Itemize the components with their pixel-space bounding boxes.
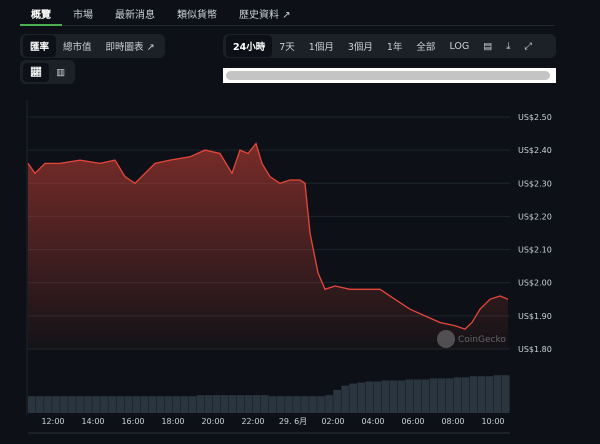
volume-bar [397,380,406,413]
volume-bar [501,375,510,413]
volume-bar [389,380,398,413]
volume-bar [477,376,486,413]
x-tick-label: 06:00 [401,417,424,426]
volume-bar [28,396,36,413]
volume-bar [44,396,52,413]
volume-bar [188,396,197,413]
volume-bar [309,396,317,413]
volume-bar [405,379,414,413]
volume-bar [429,378,438,413]
y-tick-label: US$2.40 [518,146,552,155]
volume-bar [60,396,68,413]
volume-bar [108,396,116,413]
y-tick-label: US$2.20 [518,212,552,221]
volume-bar [228,395,237,413]
y-tick-label: US$2.50 [518,113,552,122]
y-tick-label: US$1.90 [518,312,552,321]
y-tick-label: US$1.80 [518,345,552,354]
volume-bar [469,376,478,413]
volume-bar [437,378,446,413]
volume-bar [269,396,277,413]
x-tick-label: 20:00 [201,417,224,426]
volume-bar [116,396,124,413]
volume-bar [220,395,229,413]
volume-bar [156,396,165,413]
volume-bar [445,378,454,413]
volume-bar [461,377,470,413]
watermark-text: CoinGecko [458,335,506,345]
volume-bar [164,396,173,413]
volume-bar [172,396,181,413]
volume-bar [100,396,108,413]
x-tick-label: 29. 6月 [279,417,307,426]
volume-bar [76,396,84,413]
volume-bar [132,396,141,413]
volume-bar [381,380,390,413]
x-tick-label: 10:00 [481,417,504,426]
volume-bar [293,396,301,413]
volume-bar [84,396,92,413]
volume-bar [212,395,221,413]
volume-bar [325,395,333,413]
volume-bar [373,381,382,413]
volume-bar [196,395,205,413]
volume-bar [180,396,189,413]
volume-bar [148,396,157,413]
volume-bar [236,395,245,413]
volume-bar [453,377,462,413]
y-tick-label: US$2.30 [518,179,552,188]
volume-bar [333,389,341,413]
x-tick-label: 22:00 [241,417,264,426]
volume-bar [92,396,100,413]
x-tick-label: 16:00 [121,417,144,426]
volume-bar [485,376,494,413]
price-chart: US$2.50 US$2.40 US$2.30 US$2.20 US$2.10 US$2.… [26,100,552,434]
x-tick-label: 18:00 [161,417,184,426]
volume-bar [349,383,357,413]
volume-bar [341,385,349,413]
x-tick-label: 02:00 [321,417,344,426]
x-tick-label: 04:00 [361,417,384,426]
volume-bar [365,381,374,413]
volume-bar [204,395,213,413]
volume-bar [317,396,325,413]
volume-bar [52,396,60,413]
volume-bar [124,396,133,413]
x-tick-label: 14:00 [81,417,104,426]
volume-bar [68,396,76,413]
volume-bar [260,395,269,413]
volume-bar [357,382,365,413]
volume-bar [244,395,253,413]
volume-bar [301,396,309,413]
volume-bar [421,379,430,413]
volume-bar [252,395,261,413]
x-tick-label: 12:00 [41,417,64,426]
volume-bar [140,396,149,413]
y-tick-label: US$2.10 [518,246,552,255]
volume-bar [277,396,285,413]
volume-bar [36,396,44,413]
volume-bar [285,396,293,413]
y-tick-label: US$2.00 [518,279,552,288]
volume-bar [413,379,422,413]
volume-bar [493,375,502,413]
x-tick-label: 08:00 [441,417,464,426]
